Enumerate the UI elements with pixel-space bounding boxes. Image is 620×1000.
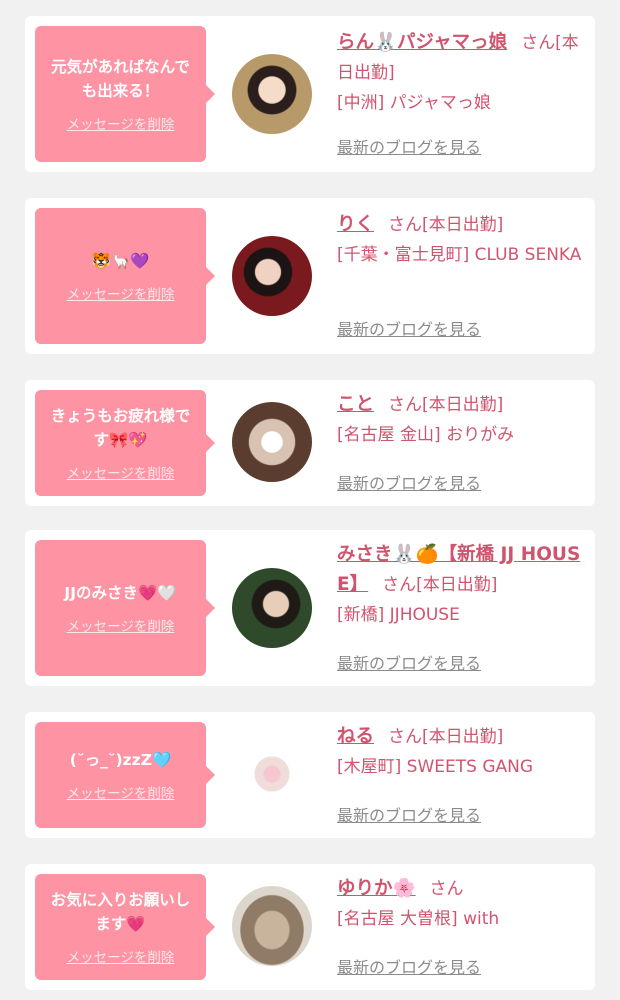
shop-name: [木屋町] SWEETS GANG: [337, 757, 534, 777]
cast-info: こと さん[本日出勤] [名古屋 金山] おりがみ: [337, 390, 585, 450]
shop-name: [名古屋 大曽根] with: [337, 909, 500, 929]
message-text: きょうもお疲れ様です🎀💖: [50, 407, 191, 449]
honorific: さん: [429, 879, 464, 899]
message-text: (˘っ_˘)zzZ🩵: [69, 751, 172, 769]
cast-name-link[interactable]: りく: [337, 214, 374, 235]
cast-avatar[interactable]: [232, 236, 312, 316]
cast-name-link[interactable]: らん🐰パジャマっ娘: [337, 32, 507, 53]
delete-message-link[interactable]: メッセージを削除: [67, 946, 175, 966]
message-bubble: きょうもお疲れ様です🎀💖 メッセージを削除: [35, 390, 215, 496]
favorite-card: JJのみさき💗🤍 メッセージを削除 みさき🐰🍊【新橋 JJ HOUSE】 さん[本…: [25, 530, 595, 686]
cast-info: りく さん[本日出勤] [千葉・富士見町] CLUB SENKA: [337, 210, 585, 270]
shop-name: [新橋] JJHOUSE: [337, 605, 460, 625]
honorific: さん: [388, 215, 423, 235]
honorific: さん: [388, 727, 423, 747]
shop-name: [千葉・富士見町] CLUB SENKA: [337, 245, 582, 265]
work-status: [本日出勤]: [422, 395, 504, 415]
latest-blog-link[interactable]: 最新のブログを見る: [337, 134, 481, 158]
delete-message-link[interactable]: メッセージを削除: [67, 283, 175, 303]
honorific: さん: [388, 395, 423, 415]
favorite-card: お気に入りお願いします💗 メッセージを削除 ゆりか🌸 さん [名古屋 大曽根] w…: [25, 864, 595, 990]
favorite-card: 🐯🦙💜 メッセージを削除 りく さん[本日出勤] [千葉・富士見町] CLUB S…: [25, 198, 595, 354]
cast-info: ゆりか🌸 さん [名古屋 大曽根] with: [337, 874, 585, 934]
message-bubble: お気に入りお願いします💗 メッセージを削除: [35, 874, 215, 980]
message-bubble: 元気があればなんでも出来る！ メッセージを削除: [35, 26, 215, 162]
message-text: JJのみさき💗🤍: [64, 584, 177, 602]
cast-info: らん🐰パジャマっ娘 さん[本日出勤] [中洲] パジャマっ娘: [337, 28, 585, 118]
cast-info: ねる さん[本日出勤] [木屋町] SWEETS GANG: [337, 722, 585, 782]
message-bubble: (˘っ_˘)zzZ🩵 メッセージを削除: [35, 722, 215, 828]
work-status: [本日出勤]: [422, 727, 504, 747]
delete-message-link[interactable]: メッセージを削除: [67, 113, 175, 133]
delete-message-link[interactable]: メッセージを削除: [67, 782, 175, 802]
latest-blog-link[interactable]: 最新のブログを見る: [337, 316, 481, 340]
honorific: さん: [382, 575, 417, 595]
message-bubble: JJのみさき💗🤍 メッセージを削除: [35, 540, 215, 676]
cast-avatar[interactable]: [232, 402, 312, 482]
favorite-card: (˘っ_˘)zzZ🩵 メッセージを削除 ねる さん[本日出勤] [木屋町] SWE…: [25, 712, 595, 838]
shop-name: [名古屋 金山] おりがみ: [337, 425, 515, 445]
cast-avatar[interactable]: [232, 568, 312, 648]
delete-message-link[interactable]: メッセージを削除: [67, 615, 175, 635]
work-status: [本日出勤]: [422, 215, 504, 235]
cast-avatar[interactable]: [232, 54, 312, 134]
cast-name-link[interactable]: ねる: [337, 726, 374, 747]
message-text: 🐯🦙💜: [91, 252, 150, 270]
favorite-card: 元気があればなんでも出来る！ メッセージを削除 らん🐰パジャマっ娘 さん[本日出勤…: [25, 16, 595, 172]
latest-blog-link[interactable]: 最新のブログを見る: [337, 470, 481, 494]
cast-avatar[interactable]: [232, 886, 312, 966]
honorific: さん: [521, 33, 556, 53]
cast-name-link[interactable]: ゆりか🌸: [337, 878, 416, 899]
favorite-card: きょうもお疲れ様です🎀💖 メッセージを削除 こと さん[本日出勤] [名古屋 金山…: [25, 380, 595, 506]
shop-name: [中洲] パジャマっ娘: [337, 93, 491, 113]
cast-info: みさき🐰🍊【新橋 JJ HOUSE】 さん[本日出勤] [新橋] JJHOUSE: [337, 540, 585, 630]
latest-blog-link[interactable]: 最新のブログを見る: [337, 650, 481, 674]
message-bubble: 🐯🦙💜 メッセージを削除: [35, 208, 215, 344]
delete-message-link[interactable]: メッセージを削除: [67, 462, 175, 482]
message-text: 元気があればなんでも出来る！: [51, 58, 190, 100]
work-status: [本日出勤]: [416, 575, 498, 595]
message-text: お気に入りお願いします💗: [50, 891, 191, 933]
latest-blog-link[interactable]: 最新のブログを見る: [337, 802, 481, 826]
latest-blog-link[interactable]: 最新のブログを見る: [337, 954, 481, 978]
cast-avatar[interactable]: [232, 734, 312, 814]
cast-name-link[interactable]: こと: [337, 394, 374, 415]
